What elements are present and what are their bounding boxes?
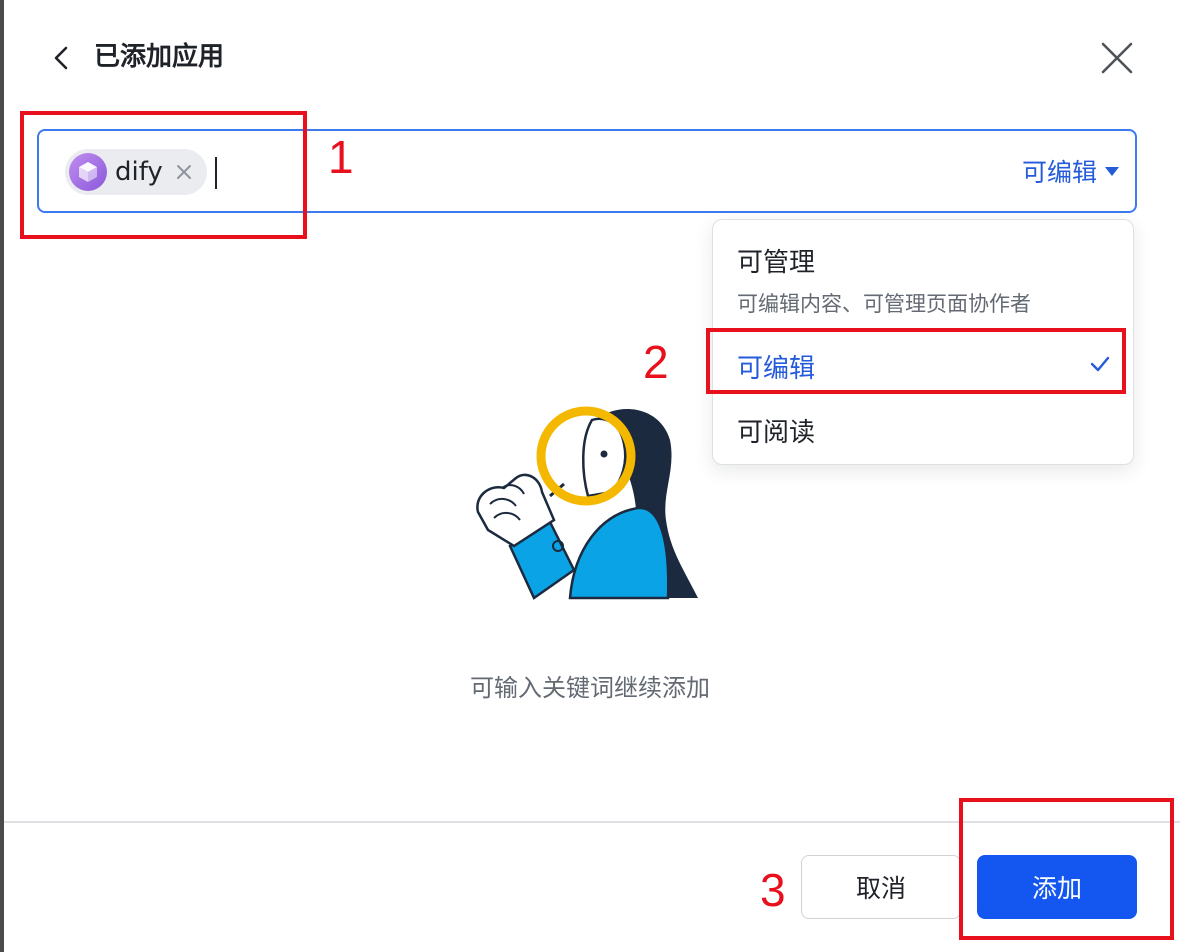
annotation-box-1 bbox=[20, 111, 307, 239]
annotation-box-2 bbox=[706, 328, 1126, 394]
window-edge bbox=[0, 0, 4, 952]
dropdown-item-title: 可管理 bbox=[737, 248, 816, 278]
page-title: 已添加应用 bbox=[94, 42, 225, 72]
dropdown-item-read[interactable]: 可阅读 bbox=[713, 398, 1133, 462]
dropdown-item-desc: 可编辑内容、可管理页面协作者 bbox=[737, 292, 1031, 316]
dropdown-item-title: 可阅读 bbox=[737, 418, 816, 448]
permission-select-value: 可编辑 bbox=[1021, 158, 1097, 187]
cancel-button[interactable]: 取消 bbox=[801, 855, 961, 919]
chevron-left-icon bbox=[54, 46, 68, 70]
close-button[interactable] bbox=[1097, 38, 1137, 78]
dropdown-item-manage[interactable]: 可管理 可编辑内容、可管理页面协作者 bbox=[713, 220, 1133, 324]
magnifier-person-illustration bbox=[476, 406, 698, 600]
annotation-number-2: 2 bbox=[643, 336, 669, 388]
annotation-box-3 bbox=[959, 798, 1174, 940]
annotation-number-1: 1 bbox=[328, 131, 354, 183]
close-icon bbox=[1101, 42, 1133, 74]
empty-state-text: 可输入关键词继续添加 bbox=[470, 674, 710, 702]
permission-select[interactable]: 可编辑 bbox=[1022, 153, 1119, 189]
caret-down-icon bbox=[1105, 166, 1119, 176]
back-button[interactable] bbox=[46, 42, 76, 74]
annotation-number-3: 3 bbox=[760, 864, 786, 916]
